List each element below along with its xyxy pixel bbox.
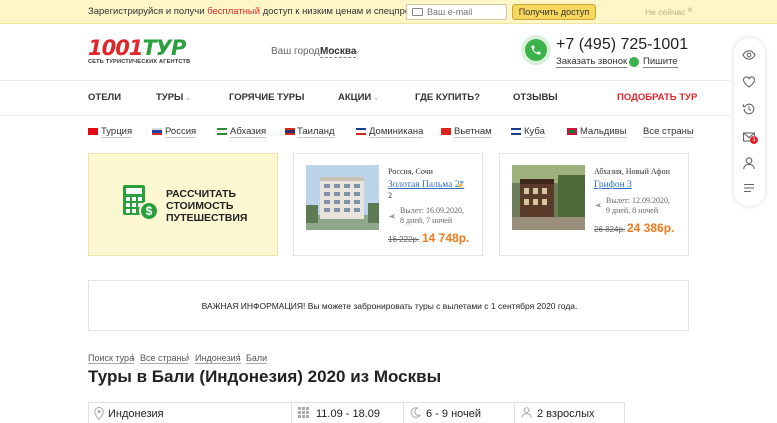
tour-price[interactable]: 14 748р. xyxy=(422,231,469,245)
moon-icon xyxy=(410,407,421,418)
search-divider xyxy=(514,402,515,423)
history-icon[interactable] xyxy=(742,102,756,116)
location-pin-icon xyxy=(94,407,104,420)
city-selector[interactable]: Москва xyxy=(320,46,357,58)
important-info-text: ВАЖНАЯ ИНФОРМАЦИЯ! Вы можете забронирова… xyxy=(201,301,578,311)
eye-icon[interactable] xyxy=(742,48,756,62)
breadcrumb-separator: \ xyxy=(132,352,135,362)
flag-russia-icon xyxy=(152,128,162,135)
get-access-button[interactable]: Получить доступ xyxy=(512,4,596,20)
tour-departure: Вылет: 16.09.2020, xyxy=(400,206,464,215)
search-divider xyxy=(291,402,292,423)
phone-number[interactable]: +7 (495) 725-1001 xyxy=(556,36,688,54)
flag-abkhazia-icon xyxy=(217,128,227,135)
close-icon[interactable]: × xyxy=(687,5,693,16)
nav-item-promotions[interactable]: АКЦИИ ⌄ xyxy=(338,92,379,103)
important-info-box: ВАЖНАЯ ИНФОРМАЦИЯ! Вы можете забронирова… xyxy=(88,280,689,331)
country-all[interactable]: Все страны xyxy=(643,126,694,138)
calculator-icon: $ xyxy=(123,185,159,221)
country-russia[interactable]: Россия xyxy=(165,126,197,138)
country-thailand[interactable]: Таиланд xyxy=(297,126,335,138)
svg-text:$: $ xyxy=(146,204,153,218)
country-vietnam[interactable]: Вьетнам xyxy=(454,126,492,138)
nav-item-reviews[interactable]: ОТЗЫВЫ xyxy=(513,92,558,103)
country-dominican[interactable]: Доминикана xyxy=(369,126,424,138)
tour-hotel-link[interactable]: Золотая Пальма 2* xyxy=(388,180,464,190)
tour-old-price: 16 222р. xyxy=(388,235,420,244)
page-title: Туры в Бали (Индонезия) 2020 из Москвы xyxy=(88,367,442,386)
chevron-down-icon: ⌄ xyxy=(185,95,192,102)
tour-card[interactable]: Россия, Сочи Золотая Пальма 2* ★ 2 Вылет… xyxy=(293,153,483,256)
nav-item-hot-tours[interactable]: ГОРЯЧИЕ ТУРЫ xyxy=(229,92,304,103)
write-link[interactable]: Пишите xyxy=(643,56,678,68)
tour-old-price: 26 824р. xyxy=(594,225,626,234)
calendar-icon xyxy=(298,407,309,418)
destination-field[interactable]: Индонезия xyxy=(108,408,164,420)
promo-email-input[interactable] xyxy=(427,6,505,18)
country-turkey[interactable]: Турция xyxy=(101,126,133,138)
nav-divider-bottom xyxy=(0,115,730,116)
tour-stars: 2 xyxy=(388,191,392,200)
nav-divider-top xyxy=(0,80,730,81)
country-abkhazia[interactable]: Абхазия xyxy=(230,126,267,138)
breadcrumb-item[interactable]: Поиск тура xyxy=(88,353,135,364)
promo-bar: Зарегистрируйся и получи бесплатный дост… xyxy=(0,0,777,24)
dates-field[interactable]: 11.09 - 18.09 xyxy=(316,408,380,420)
flag-maldives-icon xyxy=(567,128,577,135)
nav-item-find-tour[interactable]: ПОДОБРАТЬ ТУР xyxy=(617,92,697,103)
logo[interactable]: 1001ТУР Сеть туристических агентств xyxy=(88,36,198,70)
tour-hotel-link[interactable]: Грифон 3 xyxy=(594,180,632,190)
flag-cuba-icon xyxy=(511,128,521,135)
calculate-cost-card[interactable]: $ РАССЧИТАТЬ СТОИМОСТЬ ПУТЕШЕСТВИЯ xyxy=(88,153,278,256)
tour-duration: 8 дней, 7 ночей xyxy=(400,216,453,225)
user-icon xyxy=(521,407,532,418)
logo-tagline: Сеть туристических агентств xyxy=(88,59,191,65)
flag-thailand-icon xyxy=(285,128,295,135)
tour-departure: Вылет: 12.09.2020, xyxy=(606,196,670,205)
list-icon[interactable] xyxy=(742,181,756,195)
calculate-cost-text: РАССЧИТАТЬ СТОИМОСТЬ ПУТЕШЕСТВИЯ xyxy=(166,188,248,224)
breadcrumb-separator: \ xyxy=(187,352,190,362)
breadcrumb-item[interactable]: Индонезия xyxy=(195,353,241,364)
tour-duration: 9 дней, 8 ночей xyxy=(606,206,659,215)
hotel-photo[interactable] xyxy=(306,165,379,230)
chevron-down-icon[interactable]: ⌄ xyxy=(354,46,361,55)
promo-highlight: бесплатный xyxy=(207,6,261,17)
user-icon[interactable] xyxy=(742,156,756,170)
phone-icon[interactable] xyxy=(525,39,547,61)
search-divider xyxy=(403,402,404,423)
country-cuba[interactable]: Куба xyxy=(524,126,545,138)
envelope-icon xyxy=(412,8,423,16)
not-now-link[interactable]: Не сейчас xyxy=(645,7,685,17)
logo-wordmark: 1001ТУР xyxy=(88,36,186,60)
flag-turkey-icon xyxy=(88,128,98,135)
tour-card[interactable]: Абхазия, Новый Афон Грифон 3 Вылет: 12.0… xyxy=(499,153,689,256)
nav-item-where-to-buy[interactable]: ГДЕ КУПИТЬ? xyxy=(415,92,480,103)
promo-email-field[interactable] xyxy=(406,4,507,20)
star-icon: ★ xyxy=(457,181,465,190)
plane-icon xyxy=(388,213,396,219)
tour-price[interactable]: 24 386р. xyxy=(627,221,674,235)
promo-text: Зарегистрируйся и получи бесплатный дост… xyxy=(88,6,461,17)
city-label: Ваш город: xyxy=(271,46,323,57)
tour-location: Россия, Сочи xyxy=(388,167,433,176)
nav-item-hotels[interactable]: ОТЕЛИ xyxy=(88,92,121,103)
nights-field[interactable]: 6 - 9 ночей xyxy=(426,408,481,420)
chevron-down-icon: ⌄ xyxy=(373,95,380,102)
callback-link[interactable]: Заказать звонок xyxy=(556,56,628,68)
guests-field[interactable]: 2 взрослых xyxy=(537,408,595,420)
hotel-photo[interactable] xyxy=(512,165,585,230)
nav-item-tours[interactable]: ТУРЫ ⌄ xyxy=(156,92,191,103)
country-maldives[interactable]: Мальдивы xyxy=(580,126,627,138)
breadcrumb-item[interactable]: Бали xyxy=(246,353,268,364)
flag-dominican-icon xyxy=(356,128,366,135)
breadcrumb-separator: \ xyxy=(238,352,241,362)
notification-badge: 1 xyxy=(750,136,758,144)
heart-icon[interactable] xyxy=(742,75,756,89)
breadcrumb-item[interactable]: Все страны xyxy=(140,353,189,364)
whatsapp-icon[interactable] xyxy=(629,57,639,67)
flag-vietnam-icon xyxy=(441,128,451,135)
plane-icon xyxy=(594,202,602,208)
tour-location: Абхазия, Новый Афон xyxy=(594,167,670,176)
